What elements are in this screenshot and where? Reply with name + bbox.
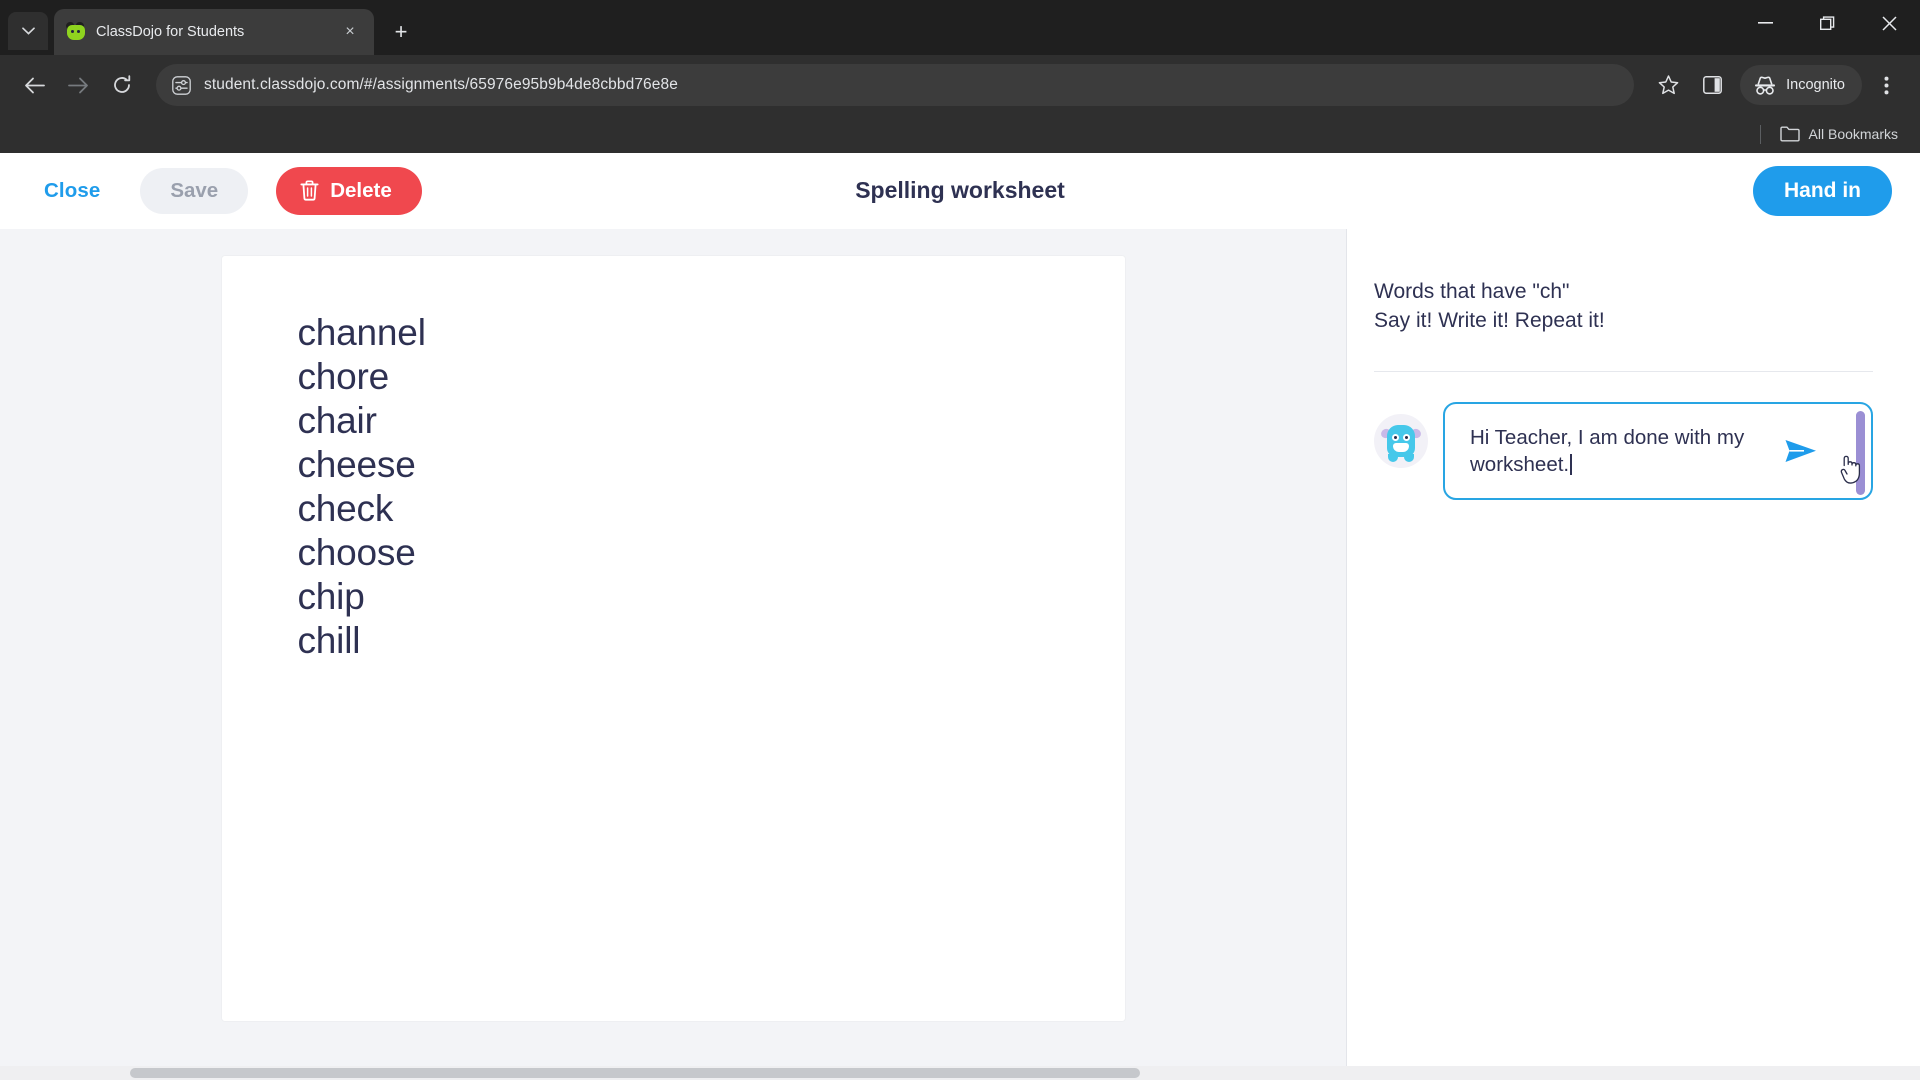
close-window-button[interactable] [1858, 0, 1920, 46]
panel-divider [1374, 371, 1873, 373]
comment-input[interactable]: Hi Teacher, I am done with my worksheet. [1443, 402, 1873, 501]
hand-in-button[interactable]: Hand in [1753, 165, 1892, 216]
worksheet-word[interactable]: chip [298, 575, 1125, 619]
comment-text: Hi Teacher, I am done with my worksheet. [1470, 424, 1780, 479]
url-text: student.classdojo.com/#/assignments/6597… [204, 76, 678, 93]
restore-icon [1819, 15, 1834, 30]
worksheet-word[interactable]: chill [298, 619, 1125, 663]
back-arrow-icon [24, 77, 45, 93]
browser-menu-button[interactable] [1866, 65, 1906, 105]
worksheet-word[interactable]: channel [298, 311, 1125, 355]
address-bar[interactable]: student.classdojo.com/#/assignments/6597… [156, 64, 1635, 106]
navigation-bar: student.classdojo.com/#/assignments/6597… [0, 55, 1920, 115]
browser-window: ClassDojo for Students × + student.class… [0, 0, 1920, 1080]
bookmark-separator [1759, 124, 1761, 144]
delete-label: Delete [330, 178, 392, 202]
send-button[interactable] [1780, 430, 1822, 472]
close-button[interactable]: Close [28, 171, 116, 211]
horizontal-scroll-thumb[interactable] [130, 1068, 1140, 1078]
incognito-hat-icon [1755, 76, 1776, 95]
assignment-side-panel: Words that have "ch" Say it! Write it! R… [1347, 229, 1920, 1080]
reload-button[interactable] [102, 65, 142, 105]
minimize-icon [1757, 22, 1773, 24]
work-area: channel chore chair cheese check choose … [0, 229, 1920, 1080]
assignment-toolbar: Close Save Delete Spelling worksheet Han… [0, 153, 1920, 229]
delete-button[interactable]: Delete [276, 166, 422, 215]
trash-icon [300, 180, 319, 201]
instructions-line-2: Say it! Write it! Repeat it! [1374, 309, 1605, 333]
comment-row: Hi Teacher, I am done with my worksheet. [1374, 402, 1873, 501]
incognito-label: Incognito [1786, 77, 1845, 93]
three-dot-menu-icon [1884, 76, 1888, 94]
reload-icon [114, 75, 131, 93]
forward-arrow-icon [67, 77, 88, 93]
text-caret [1570, 454, 1573, 476]
horizontal-scrollbar[interactable] [0, 1066, 1920, 1080]
comment-value: Hi Teacher, I am done with my worksheet. [1470, 426, 1745, 477]
worksheet-sheet[interactable]: channel chore chair cheese check choose … [221, 256, 1125, 1021]
page-content: Close Save Delete Spelling worksheet Han… [0, 153, 1920, 1080]
back-button[interactable] [14, 65, 54, 105]
star-icon [1658, 75, 1678, 95]
browser-tab[interactable]: ClassDojo for Students × [54, 9, 374, 55]
worksheet-word[interactable]: check [298, 487, 1125, 531]
side-panel-icon [1702, 76, 1722, 94]
bookmarks-bar: All Bookmarks [0, 115, 1920, 153]
instructions-line-1: Words that have "ch" [1374, 280, 1570, 303]
student-monster-avatar [1374, 414, 1428, 469]
all-bookmarks-label[interactable]: All Bookmarks [1809, 126, 1898, 142]
worksheet-canvas[interactable]: channel chore chair cheese check choose … [0, 229, 1347, 1080]
folder-icon [1779, 126, 1800, 142]
worksheet-word[interactable]: chore [298, 355, 1125, 399]
incognito-indicator[interactable]: Incognito [1740, 65, 1862, 105]
save-button[interactable]: Save [140, 167, 249, 214]
minimize-button[interactable] [1734, 0, 1796, 46]
tab-search-button[interactable] [8, 12, 48, 50]
send-paper-plane-icon [1785, 440, 1816, 463]
chevron-down-icon [21, 27, 35, 35]
new-tab-button[interactable]: + [384, 15, 418, 49]
maximize-button[interactable] [1796, 0, 1858, 46]
tab-close-icon[interactable]: × [338, 20, 362, 44]
tab-strip: ClassDojo for Students × + [0, 0, 1920, 55]
tune-icon[interactable] [172, 75, 191, 95]
side-panel-button[interactable] [1692, 65, 1732, 105]
forward-button[interactable] [58, 65, 98, 105]
close-icon [1881, 15, 1897, 31]
window-controls [1734, 0, 1920, 55]
classdojo-monster-icon [65, 20, 86, 42]
worksheet-word[interactable]: choose [298, 531, 1125, 575]
worksheet-word[interactable]: chair [298, 399, 1125, 443]
comment-scrollbar[interactable] [1856, 411, 1865, 496]
bookmark-star-button[interactable] [1648, 65, 1688, 105]
tab-title: ClassDojo for Students [96, 24, 245, 40]
worksheet-word[interactable]: cheese [298, 443, 1125, 487]
assignment-instructions: Words that have "ch" Say it! Write it! R… [1374, 277, 1873, 335]
